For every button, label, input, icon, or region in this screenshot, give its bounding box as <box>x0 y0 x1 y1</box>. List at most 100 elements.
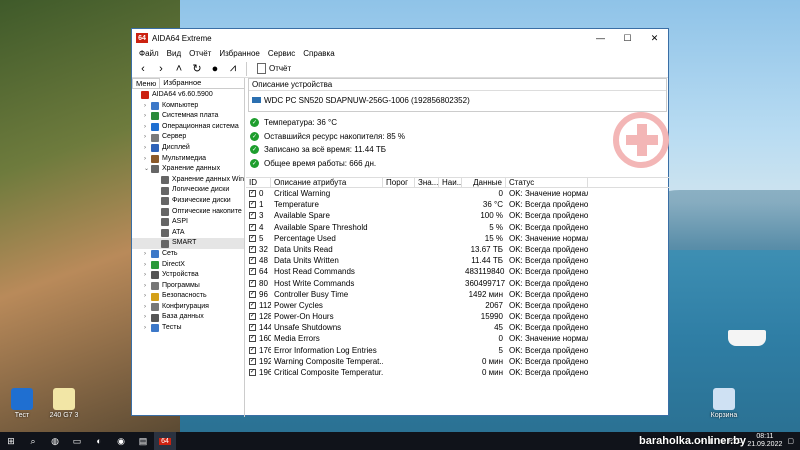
tree-item[interactable]: › Мультимедиа <box>132 154 244 165</box>
table-row[interactable]: 128Power-On Hours 15990 OK: Всегда пройден… <box>246 311 669 322</box>
checkbox-icon[interactable] <box>249 278 256 289</box>
checkbox-icon[interactable] <box>249 289 256 300</box>
desktop-icon-file[interactable]: 240 G7 3 <box>44 388 84 419</box>
chevron-icon[interactable]: › <box>144 312 151 323</box>
user-icon[interactable]: ● <box>208 62 222 76</box>
tab-favorites[interactable]: Избранное <box>160 78 204 88</box>
tab-menu[interactable]: Меню <box>132 78 161 88</box>
chevron-icon[interactable]: › <box>144 132 151 143</box>
chevron-icon[interactable]: › <box>144 111 151 122</box>
table-row[interactable]: 192Warning Composite Temperat... 0 мин OK:… <box>246 356 669 367</box>
chrome-icon[interactable]: ◉ <box>110 432 132 450</box>
col-worst[interactable]: Наи... <box>439 178 462 187</box>
refresh-icon[interactable]: ↻ <box>190 62 204 76</box>
chevron-icon[interactable]: › <box>144 101 151 112</box>
table-row[interactable]: 96 Controller Busy Time 1492 мин OK: Всегда… <box>246 289 669 300</box>
clock[interactable]: 08:11 21.09.2022 <box>747 433 782 449</box>
chevron-icon[interactable]: › <box>144 143 151 154</box>
folder-icon[interactable]: ▭ <box>66 432 88 450</box>
tree-item[interactable]: › Сервер <box>132 132 244 143</box>
notification-icon[interactable]: ▢ <box>787 437 794 445</box>
tree-item[interactable]: › Системная плата <box>132 111 244 122</box>
col-status[interactable]: Статус <box>506 178 588 187</box>
tree-item[interactable]: › Устройства <box>132 270 244 281</box>
table-row[interactable]: 3 Available Spare 100 % OK: Всегда пройдено <box>246 210 669 222</box>
chevron-icon[interactable]: › <box>144 281 151 292</box>
checkbox-icon[interactable] <box>249 311 256 322</box>
menu-help[interactable]: Справка <box>299 49 338 58</box>
table-row[interactable]: 5 Percentage Used 15 % OK: Значение нормал.… <box>246 233 669 244</box>
checkbox-icon[interactable] <box>249 255 256 266</box>
tree-item[interactable]: › Дисплей <box>132 143 244 154</box>
chevron-icon[interactable]: › <box>144 122 151 133</box>
chevron-icon[interactable]: › <box>144 291 151 302</box>
chevron-icon[interactable]: ⌄ <box>144 164 151 175</box>
chevron-icon[interactable]: › <box>144 270 151 281</box>
table-row[interactable]: 48 Data Units Written 11.44 ТБ OK: Всегда п… <box>246 255 669 266</box>
chevron-icon[interactable]: › <box>144 249 151 260</box>
report-button[interactable]: Отчёт <box>253 63 291 74</box>
table-row[interactable]: 1 Temperature 36 °C OK: Всегда пройдено <box>246 199 669 210</box>
edge-icon[interactable]: ◐ <box>88 432 110 450</box>
checkbox-icon[interactable] <box>249 300 256 311</box>
tree-item[interactable]: › Безопасность <box>132 291 244 302</box>
close-button[interactable]: ✕ <box>641 29 668 47</box>
paint-icon[interactable]: ◍ <box>44 432 66 450</box>
taskbar-aida64[interactable]: 64 <box>154 432 176 450</box>
tree-item[interactable]: › Тесты <box>132 323 244 334</box>
search-icon[interactable]: ⌕ <box>22 432 44 450</box>
tree-item[interactable]: › Компьютер <box>132 101 244 112</box>
checkbox-icon[interactable] <box>249 199 256 210</box>
maximize-button[interactable]: ☐ <box>614 29 641 47</box>
forward-icon[interactable]: › <box>154 62 168 76</box>
col-description[interactable]: Описание атрибута <box>271 178 383 187</box>
desktop-icon-test[interactable]: Тест <box>2 388 42 419</box>
checkbox-icon[interactable] <box>249 367 256 378</box>
checkbox-icon[interactable] <box>249 233 256 244</box>
tree-item[interactable]: › База данных <box>132 312 244 323</box>
tree-item[interactable]: Хранение данных Win <box>132 175 244 186</box>
windows-start-icon[interactable]: ⊞ <box>0 432 22 450</box>
chevron-icon[interactable]: › <box>144 323 151 334</box>
checkbox-icon[interactable] <box>249 210 256 222</box>
table-row[interactable]: 160Media Errors 0 OK: Значение нормал... <box>246 333 669 345</box>
col-threshold[interactable]: Порог <box>383 178 415 187</box>
col-id[interactable]: ID <box>246 178 271 187</box>
checkbox-icon[interactable] <box>249 188 256 199</box>
checkbox-icon[interactable] <box>249 244 256 255</box>
checkbox-icon[interactable] <box>249 266 256 278</box>
tree-item[interactable]: › Операционная система <box>132 122 244 133</box>
col-data[interactable]: Данные <box>462 178 506 187</box>
tree-item[interactable]: › Конфигурация <box>132 302 244 313</box>
table-row[interactable]: 112Power Cycles 2067 OK: Всегда пройдено <box>246 300 669 311</box>
tree-item[interactable]: AIDA64 v6.60.5900 <box>132 90 244 101</box>
table-row[interactable]: 176Error Information Log Entries 5 OK: Все… <box>246 345 669 356</box>
chevron-icon[interactable]: › <box>144 260 151 271</box>
desktop-icon-recycle[interactable]: Корзина <box>704 388 744 419</box>
checkbox-icon[interactable] <box>249 322 256 333</box>
table-row[interactable]: 64 Host Read Commands 483119840 OK: Всегда … <box>246 266 669 278</box>
table-row[interactable]: 196Critical Composite Temperatur... 0 мин… <box>246 367 669 378</box>
checkbox-icon[interactable] <box>249 222 256 233</box>
menu-view[interactable]: Вид <box>163 49 185 58</box>
explorer-icon[interactable]: ▤ <box>132 432 154 450</box>
menu-favorites[interactable]: Избранное <box>215 49 264 58</box>
chevron-icon[interactable]: › <box>144 154 151 165</box>
checkbox-icon[interactable] <box>249 356 256 367</box>
up-icon[interactable]: ˄ <box>172 62 186 76</box>
tree-item[interactable]: Оптические накопите <box>132 207 244 218</box>
device-row[interactable]: WDC PC SN520 SDAPNUW-256G-1006 (19285680… <box>249 91 666 109</box>
tree-item[interactable]: › Сеть <box>132 249 244 260</box>
table-row[interactable]: 4 Available Spare Threshold 5 % OK: Всегда … <box>246 222 669 233</box>
tree-item[interactable]: ATA <box>132 228 244 239</box>
table-row[interactable]: 32 Data Units Read 13.67 ТБ OK: Всегда прой… <box>246 244 669 255</box>
menu-file[interactable]: Файл <box>135 49 163 58</box>
tree-item[interactable]: SMART <box>132 238 244 249</box>
table-row[interactable]: 80 Host Write Commands 360499717OK: Всегда… <box>246 278 669 289</box>
table-row[interactable]: 144Unsafe Shutdowns 45 OK: Всегда пройдено <box>246 322 669 333</box>
chart-icon[interactable]: ⩘ <box>226 62 240 76</box>
menu-service[interactable]: Сервис <box>264 49 299 58</box>
back-icon[interactable]: ‹ <box>136 62 150 76</box>
menu-report[interactable]: Отчёт <box>185 49 215 58</box>
tree-item[interactable]: Физические диски <box>132 196 244 207</box>
